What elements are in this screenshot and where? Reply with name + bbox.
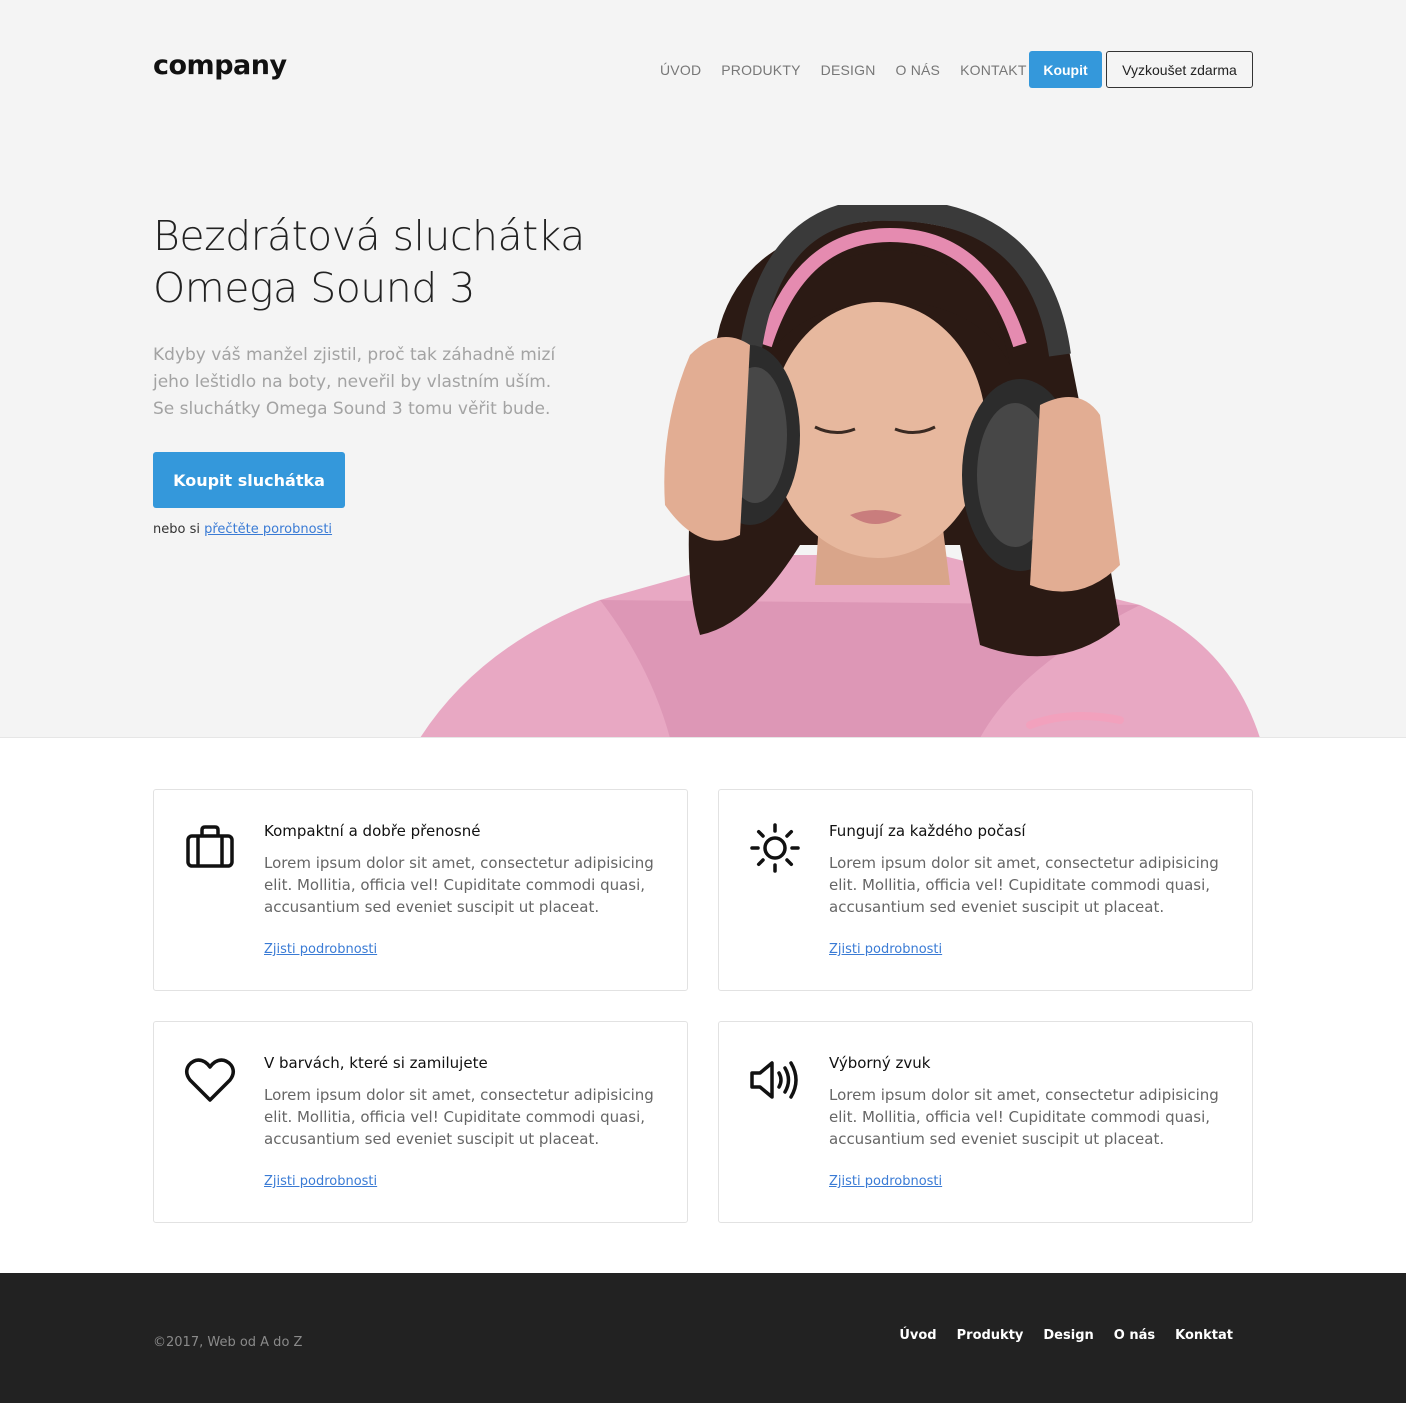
footer-link-design[interactable]: Design (1043, 1328, 1093, 1343)
hero-section: company ÚVOD PRODUKTY DESIGN O NÁS KONTA… (0, 0, 1406, 738)
feature-title: V barvách, které si zamilujete (264, 1054, 488, 1072)
buy-button[interactable]: Koupit (1029, 51, 1102, 88)
feature-details-link[interactable]: Zjisti podrobnosti (829, 942, 942, 957)
hero-note-prefix: nebo si (153, 522, 200, 537)
briefcase-icon (186, 825, 234, 868)
nav-item-produkty[interactable]: PRODUKTY (721, 62, 800, 78)
speaker-icon (750, 1061, 798, 1099)
feature-card: Fungují za každého počasí Lorem ipsum do… (718, 789, 1253, 991)
sun-icon (750, 823, 800, 873)
feature-card: Kompaktní a dobře přenosné Lorem ipsum d… (153, 789, 688, 991)
nav-item-design[interactable]: DESIGN (821, 62, 876, 78)
hero-photo (420, 205, 1260, 737)
feature-details-link[interactable]: Zjisti podrobnosti (264, 1174, 377, 1189)
feature-title: Výborný zvuk (829, 1054, 931, 1072)
footer-link-produkty[interactable]: Produkty (957, 1328, 1024, 1343)
main-nav: ÚVOD PRODUKTY DESIGN O NÁS KONTAKT (660, 62, 1027, 78)
footer-link-kontakt[interactable]: Konktat (1175, 1328, 1233, 1343)
feature-text: Lorem ipsum dolor sit amet, consectetur … (829, 1086, 1219, 1148)
nav-item-kontakt[interactable]: KONTAKT (960, 62, 1026, 78)
feature-details-link[interactable]: Zjisti podrobnosti (264, 942, 377, 957)
heart-icon (185, 1058, 235, 1102)
feature-card: V barvách, které si zamilujete Lorem ips… (153, 1021, 688, 1223)
copyright: ©2017, Web od A do Z (153, 1335, 303, 1350)
feature-card: Výborný zvuk Lorem ipsum dolor sit amet,… (718, 1021, 1253, 1223)
nav-item-o-nas[interactable]: O NÁS (896, 62, 941, 78)
feature-text: Lorem ipsum dolor sit amet, consectetur … (264, 1086, 654, 1148)
feature-title: Kompaktní a dobře přenosné (264, 822, 481, 840)
buy-headphones-button[interactable]: Koupit sluchátka (153, 452, 345, 508)
footer-link-o-nas[interactable]: O nás (1114, 1328, 1155, 1343)
hero-note: nebo si přečtěte porobnosti (153, 522, 332, 537)
logo[interactable]: company (153, 50, 287, 81)
feature-text: Lorem ipsum dolor sit amet, consectetur … (829, 854, 1219, 916)
read-details-link[interactable]: přečtěte porobnosti (204, 522, 332, 537)
footer-nav: Úvod Produkty Design O nás Konktat (899, 1328, 1233, 1343)
footer: ©2017, Web od A do Z Úvod Produkty Desig… (0, 1273, 1406, 1403)
footer-link-uvod[interactable]: Úvod (899, 1328, 936, 1343)
feature-title: Fungují za každého počasí (829, 822, 1026, 840)
feature-text: Lorem ipsum dolor sit amet, consectetur … (264, 854, 654, 916)
free-trial-button[interactable]: Vyzkoušet zdarma (1106, 51, 1253, 88)
nav-item-uvod[interactable]: ÚVOD (660, 62, 701, 78)
feature-details-link[interactable]: Zjisti podrobnosti (829, 1174, 942, 1189)
